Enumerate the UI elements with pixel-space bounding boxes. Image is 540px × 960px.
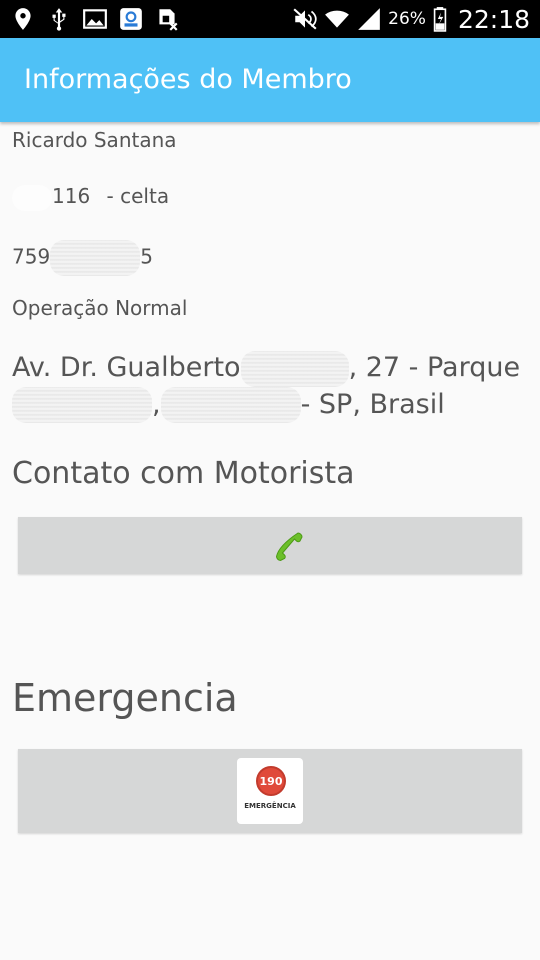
battery-icon [432, 6, 448, 32]
phone-line: 759 5 [12, 240, 153, 276]
usb-icon [46, 6, 72, 32]
redacted-area [12, 184, 52, 211]
status-bar-system: 26% 22:18 [292, 0, 530, 38]
status-bar-notifications [10, 0, 180, 38]
app-bar: Informações do Membro [0, 38, 540, 122]
address-state: - SP, Brasil [300, 388, 445, 420]
page-title: Informações do Membro [24, 64, 352, 95]
location-icon [10, 6, 36, 32]
phone-suffix: 5 [140, 244, 153, 269]
emergency-call-button[interactable]: 190 EMERGÊNCIA [18, 749, 522, 833]
redacted-area [160, 387, 301, 423]
redacted-area [12, 387, 152, 423]
address-street: Av. Dr. Gualberto [12, 352, 241, 383]
contact-section-title: Contato com Motorista [12, 456, 355, 491]
emergency-label: EMERGÊNCIA [244, 802, 296, 810]
mute-icon [292, 6, 318, 32]
address-separator: , [152, 388, 161, 420]
redacted-area [50, 240, 141, 276]
phone-icon [268, 527, 308, 565]
emergency-number: 190 [256, 766, 286, 796]
member-address: Av. Dr. Gualberto , 27 - Parque , - SP, Br… [12, 350, 532, 423]
nfc-app-icon [118, 6, 144, 32]
vehicle-model: - celta [106, 184, 170, 208]
clock: 22:18 [457, 4, 530, 34]
emergency-190-icon: 190 EMERGÊNCIA [237, 758, 303, 824]
battery-percent: 26% [388, 9, 426, 29]
status-bar: 26% 22:18 [0, 0, 540, 38]
emergency-section-title: Emergencia [12, 676, 238, 720]
image-icon [82, 6, 108, 32]
vehicle-plate: 116 [52, 184, 91, 208]
vehicle-line: 116 - celta [12, 184, 169, 211]
operation-status: Operação Normal [12, 296, 188, 320]
sim-off-icon [154, 6, 180, 32]
phone-prefix: 759 [12, 244, 51, 269]
member-name: Ricardo Santana [12, 128, 177, 152]
address-number: , 27 - Parque [348, 352, 521, 383]
wifi-icon [324, 6, 350, 32]
redacted-area [240, 350, 349, 387]
signal-icon [356, 6, 382, 32]
call-driver-button[interactable] [18, 517, 522, 574]
